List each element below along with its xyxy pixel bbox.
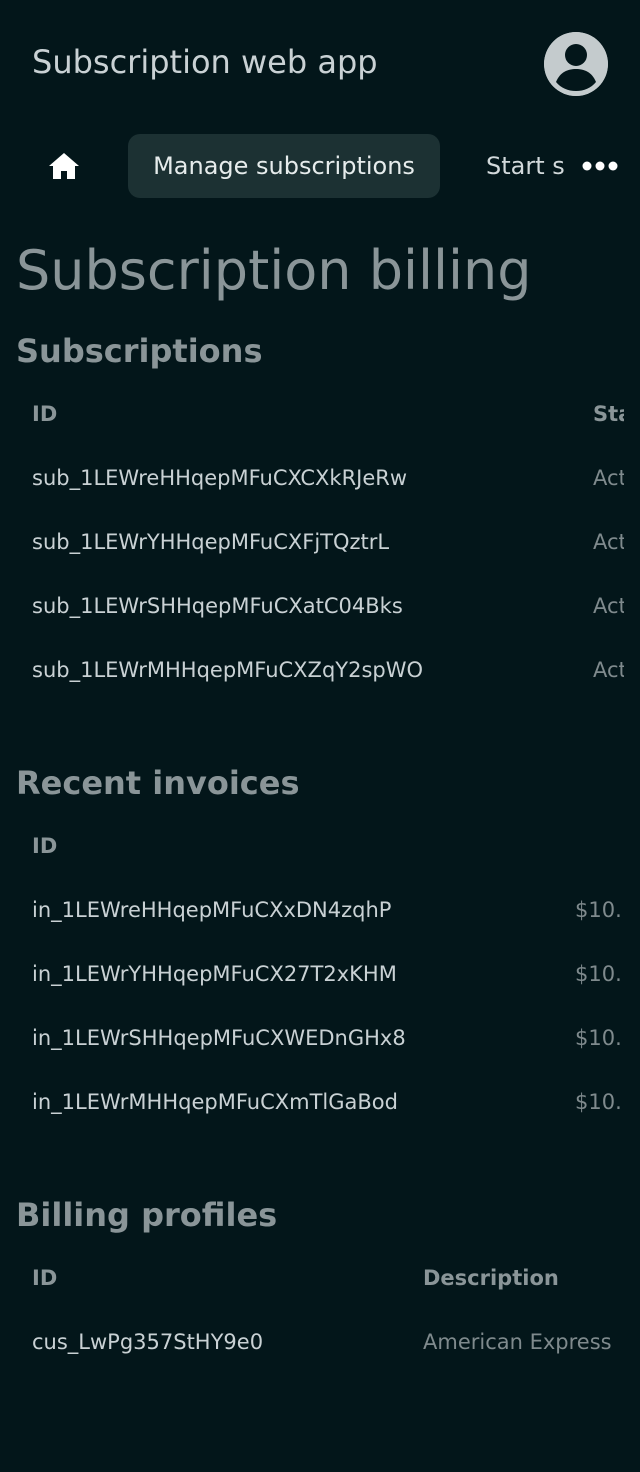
page-title: Subscription billing	[16, 239, 532, 302]
invoice-amount: $10.	[575, 962, 622, 986]
column-header-description: Description	[423, 1266, 559, 1290]
subscriptions-heading: Subscriptions	[16, 332, 263, 370]
invoice-id: in_1LEWrMHHqepMFuCXmTlGaBod	[32, 1090, 398, 1114]
table-row[interactable]: sub_1LEWrYHHqepMFuCXFjTQztrL Act	[0, 510, 624, 574]
table-row[interactable]: in_1LEWrSHHqepMFuCXWEDnGHx8 $10.	[0, 1006, 624, 1070]
table-header-row: ID Sta	[0, 382, 624, 446]
subscription-status: Act	[593, 658, 624, 682]
subscription-status: Act	[593, 530, 624, 554]
profiles-heading: Billing profiles	[16, 1196, 278, 1234]
subscription-id: sub_1LEWrYHHqepMFuCXFjTQztrL	[32, 530, 390, 554]
more-horizontal-icon	[582, 161, 618, 171]
profiles-table: ID Description cus_LwPg357StHY9e0 Americ…	[0, 1246, 624, 1374]
invoice-id: in_1LEWrYHHqepMFuCX27T2xKHM	[32, 962, 397, 986]
column-header-status: Sta	[593, 402, 624, 426]
account-button[interactable]	[544, 32, 608, 96]
table-row[interactable]: sub_1LEWrSHHqepMFuCXatC04Bks Act	[0, 574, 624, 638]
table-row[interactable]: sub_1LEWrMHHqepMFuCXZqY2spWO Act	[0, 638, 624, 702]
column-header-id: ID	[32, 834, 58, 858]
table-header-row: ID Description	[0, 1246, 624, 1310]
column-header-id: ID	[32, 402, 58, 426]
invoice-id: in_1LEWrSHHqepMFuCXWEDnGHx8	[32, 1026, 406, 1050]
subscription-status: Act	[593, 466, 624, 490]
account-circle-icon	[544, 32, 608, 96]
invoice-amount: $10.	[575, 898, 622, 922]
table-row[interactable]: in_1LEWrYHHqepMFuCX27T2xKHM $10.	[0, 942, 624, 1006]
invoice-amount: $10.	[575, 1026, 622, 1050]
table-row[interactable]: in_1LEWreHHqepMFuCXxDN4zqhP $10.	[0, 878, 624, 942]
invoice-id: in_1LEWreHHqepMFuCXxDN4zqhP	[32, 898, 392, 922]
tab-start-subscription[interactable]: Start s	[486, 134, 568, 198]
subscription-id: sub_1LEWrMHHqepMFuCXZqY2spWO	[32, 658, 424, 682]
subscriptions-table: ID Sta sub_1LEWreHHqepMFuCXCXkRJeRw Act …	[0, 382, 624, 702]
column-header-id: ID	[32, 1266, 58, 1290]
subscription-status: Act	[593, 594, 624, 618]
app-title: Subscription web app	[32, 43, 378, 81]
invoices-heading: Recent invoices	[16, 764, 300, 802]
table-header-row: ID	[0, 814, 624, 878]
subscription-id: sub_1LEWrSHHqepMFuCXatC04Bks	[32, 594, 403, 618]
tab-manage-subscriptions[interactable]: Manage subscriptions	[128, 134, 440, 198]
profile-description: American Express	[423, 1330, 612, 1354]
subscription-id: sub_1LEWreHHqepMFuCXCXkRJeRw	[32, 466, 408, 490]
nav-more-button[interactable]	[576, 140, 624, 192]
table-row[interactable]: sub_1LEWreHHqepMFuCXCXkRJeRw Act	[0, 446, 624, 510]
nav-home[interactable]	[40, 140, 88, 192]
app-root: Subscription web app Manage subscription…	[0, 0, 640, 1472]
profile-id: cus_LwPg357StHY9e0	[32, 1330, 264, 1354]
invoices-table: ID in_1LEWreHHqepMFuCXxDN4zqhP $10. in_1…	[0, 814, 624, 1134]
table-row[interactable]: in_1LEWrMHHqepMFuCXmTlGaBod $10.	[0, 1070, 624, 1134]
table-row[interactable]: cus_LwPg357StHY9e0 American Express	[0, 1310, 624, 1374]
home-icon	[49, 153, 79, 179]
invoice-amount: $10.	[575, 1090, 622, 1114]
